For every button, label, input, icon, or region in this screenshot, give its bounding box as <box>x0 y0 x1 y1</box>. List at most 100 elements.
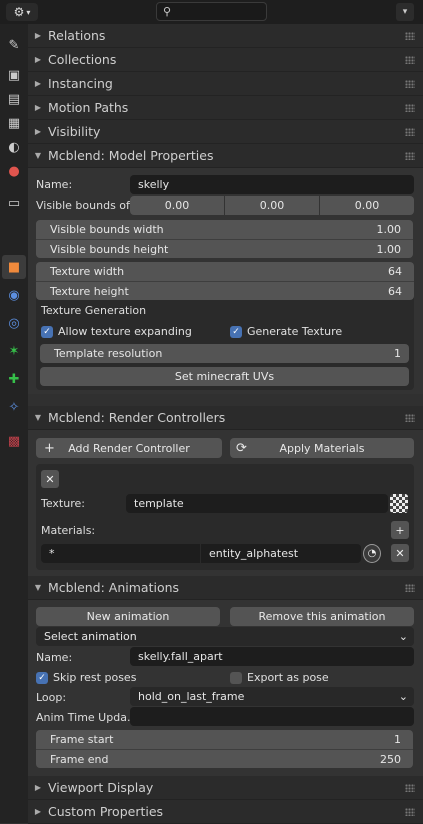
constraint-icon: ✧ <box>8 399 20 415</box>
bounds-height-field[interactable]: Visible bounds height 1.00 <box>36 239 413 258</box>
animations-body: New animation Remove this animation Sele… <box>28 600 423 776</box>
scene-objects-icon: ◐ <box>8 139 20 155</box>
frame-start-field[interactable]: Frame start 1 <box>36 730 413 749</box>
checkmark-icon: ✓ <box>230 325 242 338</box>
animation-name-field[interactable]: skelly.fall_apart <box>130 647 414 666</box>
texture-height-field[interactable]: Texture height 64 <box>36 281 414 300</box>
options-dropdown-button[interactable]: ▾ <box>396 3 414 21</box>
properties-tab-bar: ✎ ▣ ▤ ▦ ◐ ● ▭ ■ ◉ ◎ ✶ ✚ ✧ ▩ <box>0 24 28 823</box>
object-tab[interactable]: ■ <box>2 255 26 279</box>
export-as-pose-checkbox[interactable]: Export as pose <box>230 671 329 684</box>
panel-collections-header[interactable]: ▶ Collections <box>28 48 423 72</box>
bounds-offset-x[interactable]: 0.00 <box>130 196 224 215</box>
allow-texture-expanding-checkbox[interactable]: ✓ Allow texture expanding <box>41 325 192 338</box>
image-stack-icon: ▦ <box>7 115 21 131</box>
panel-render-controllers-header[interactable]: ▼ Mcblend: Render Controllers <box>28 406 423 430</box>
output-tab[interactable]: ▤ <box>2 87 26 111</box>
world-tab[interactable]: ● <box>2 159 26 183</box>
bounds-offset-label: Visible bounds off... <box>36 199 145 212</box>
panel-viewport-display-header[interactable]: ▶ Viewport Display <box>28 776 423 800</box>
render-controllers-body: + Add Render Controller ⟳ Apply Materials … <box>28 430 423 576</box>
panel-title: Mcblend: Render Controllers <box>48 410 226 425</box>
drag-grip-icon[interactable] <box>405 784 415 792</box>
field-value: 1 <box>394 733 401 746</box>
skip-rest-poses-checkbox[interactable]: ✓ Skip rest poses <box>36 671 136 684</box>
drag-grip-icon[interactable] <box>405 80 415 88</box>
drag-grip-icon[interactable] <box>405 128 415 136</box>
particles-tab[interactable]: ◎ <box>2 311 26 335</box>
globe-icon: ● <box>8 163 20 179</box>
properties-panel-area: ▶ Relations ▶ Collections ▶ Instancing ▶ Mot… <box>28 24 423 824</box>
render-tab[interactable]: ▣ <box>2 63 26 87</box>
remove-animation-button[interactable]: Remove this animation <box>230 607 414 626</box>
anim-name-label: Name: <box>36 651 73 664</box>
panel-instancing-header[interactable]: ▶ Instancing <box>28 72 423 96</box>
drag-grip-icon[interactable] <box>405 56 415 64</box>
chevron-right-icon: ▶ <box>34 807 42 816</box>
remove-material-button[interactable]: ✕ <box>391 544 409 562</box>
sphere-icon: ◔ <box>367 548 377 559</box>
field-label: Frame start <box>50 733 114 746</box>
texture-tab[interactable]: ▩ <box>2 429 26 453</box>
add-render-controller-button[interactable]: + Add Render Controller <box>36 438 222 458</box>
panel-animations-header[interactable]: ▼ Mcblend: Animations <box>28 576 423 600</box>
field-value: 64 <box>388 265 402 278</box>
panel-custom-properties-header[interactable]: ▶ Custom Properties <box>28 800 423 824</box>
chevron-right-icon: ▶ <box>34 103 42 112</box>
loop-label: Loop: <box>36 691 67 704</box>
tool-tab[interactable]: ✎ <box>2 33 26 57</box>
apply-materials-button[interactable]: ⟳ Apply Materials <box>230 438 414 458</box>
drag-grip-icon[interactable] <box>405 32 415 40</box>
material-name-field[interactable]: entity_alphatest <box>201 544 361 563</box>
panel-title: Viewport Display <box>48 780 154 795</box>
checkerboard-texture-icon[interactable] <box>390 494 408 513</box>
search-icon: ⚲ <box>163 5 172 18</box>
drag-grip-icon[interactable] <box>405 414 415 422</box>
bounds-offset-z[interactable]: 0.00 <box>320 196 414 215</box>
texture-generation-label: Texture Generation <box>41 304 147 317</box>
field-label: Texture height <box>50 284 129 298</box>
field-label: Visible bounds width <box>50 223 164 236</box>
bounds-offset-y[interactable]: 0.00 <box>225 196 319 215</box>
material-pattern-field[interactable]: * <box>41 544 200 563</box>
collection-tab[interactable]: ▭ <box>2 191 26 215</box>
physics-tab[interactable]: ✶ <box>2 339 26 363</box>
modifiers-tab[interactable]: ◉ <box>2 283 26 307</box>
generate-texture-checkbox[interactable]: ✓ Generate Texture <box>230 325 342 338</box>
model-name-field[interactable]: skelly <box>130 175 414 194</box>
bounds-width-field[interactable]: Visible bounds width 1.00 <box>36 220 413 239</box>
scene-tab[interactable]: ◐ <box>2 135 26 159</box>
close-icon: ✕ <box>395 546 405 560</box>
search-input[interactable]: ⚲ <box>156 2 267 21</box>
editor-type-button[interactable]: ⚙ ▾ <box>6 3 38 21</box>
template-resolution-field[interactable]: Template resolution 1 <box>40 344 409 363</box>
select-animation-dropdown[interactable]: Select animation ⌄ <box>36 627 414 646</box>
constraints-tab[interactable]: ✧ <box>2 395 26 419</box>
new-animation-button[interactable]: New animation <box>36 607 220 626</box>
panel-title: Instancing <box>48 76 113 91</box>
render-controller-box: ✕ Texture: template Materials: + * entit… <box>36 464 414 570</box>
texture-width-field[interactable]: Texture width 64 <box>36 262 414 281</box>
panel-relations-header[interactable]: ▶ Relations <box>28 24 423 48</box>
chevron-right-icon: ▶ <box>34 55 42 64</box>
wrench-icon: ◉ <box>8 287 20 303</box>
add-material-button[interactable]: + <box>391 521 409 539</box>
drag-grip-icon[interactable] <box>405 104 415 112</box>
view-layer-tab[interactable]: ▦ <box>2 111 26 135</box>
panel-model-properties-header[interactable]: ▼ Mcblend: Model Properties <box>28 144 423 168</box>
panel-motion-paths-header[interactable]: ▶ Motion Paths <box>28 96 423 120</box>
texture-field[interactable]: template <box>126 494 388 513</box>
panel-visibility-header[interactable]: ▶ Visibility <box>28 120 423 144</box>
remove-controller-button[interactable]: ✕ <box>41 470 59 488</box>
frame-end-field[interactable]: Frame end 250 <box>36 749 413 768</box>
drag-grip-icon[interactable] <box>405 584 415 592</box>
data-tab[interactable]: ✚ <box>2 367 26 391</box>
panel-title: Mcblend: Animations <box>48 580 180 595</box>
anim-time-update-field[interactable] <box>130 707 414 726</box>
drag-grip-icon[interactable] <box>405 152 415 160</box>
texture-settings-box: Texture width 64 Texture height 64 Texture… <box>36 262 414 390</box>
material-picker-button[interactable]: ◔ <box>363 544 381 563</box>
loop-dropdown[interactable]: hold_on_last_frame ⌄ <box>130 687 414 706</box>
set-minecraft-uvs-button[interactable]: Set minecraft UVs <box>40 367 409 386</box>
drag-grip-icon[interactable] <box>405 808 415 816</box>
